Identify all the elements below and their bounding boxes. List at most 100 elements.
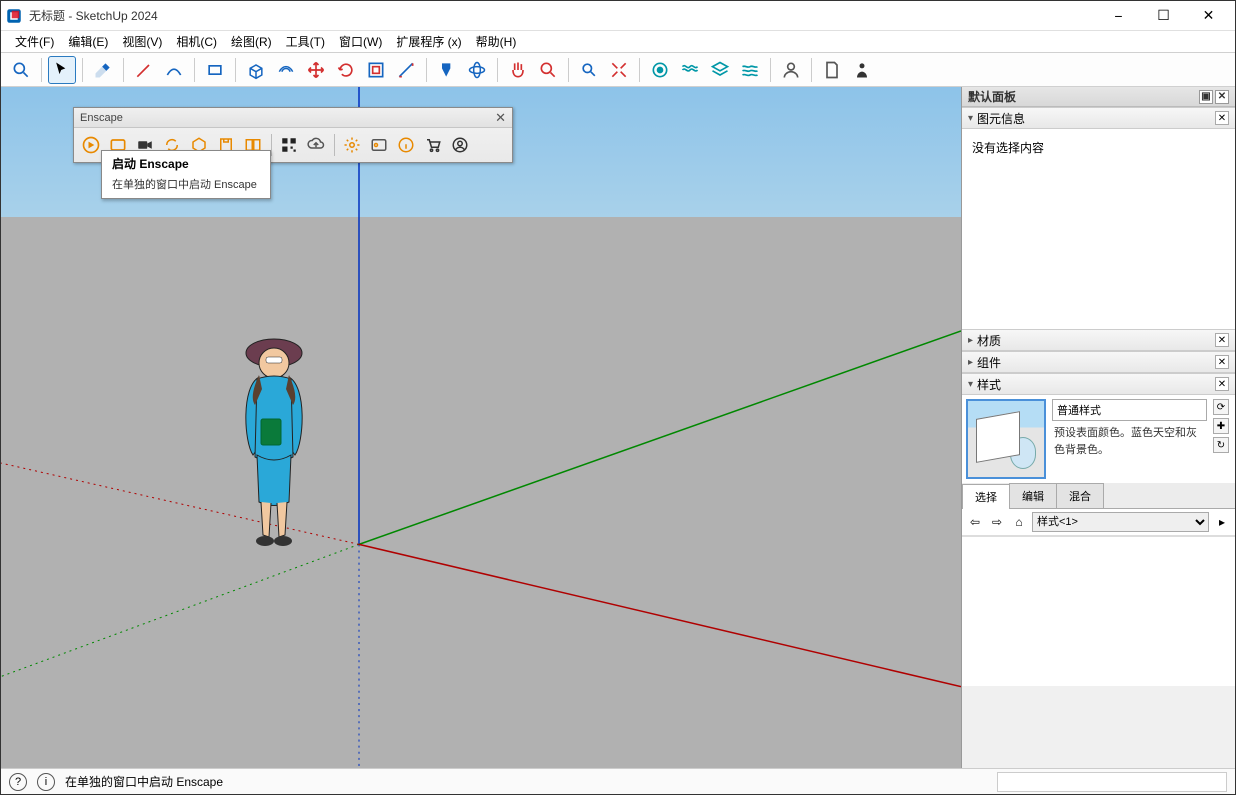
panel-materials-head[interactable]: ▸ 材质 ✕ (962, 329, 1235, 351)
menu-window[interactable]: 窗口(W) (333, 31, 388, 52)
layers-icon[interactable] (706, 56, 734, 84)
menu-tools[interactable]: 工具(T) (280, 31, 331, 52)
zoom-extents-tool[interactable] (575, 56, 603, 84)
default-tray: 默认面板 ▣ ✕ ▾ 图元信息 ✕ 没有选择内容 ▸ 材质 ✕ ▸ 组件 ✕ ▾… (961, 87, 1235, 768)
style-refresh-icon[interactable]: ↻ (1213, 437, 1229, 453)
nav-back-icon[interactable]: ⇦ (966, 513, 984, 531)
panel-entity-info-title: 图元信息 (977, 110, 1025, 127)
maximize-button[interactable]: ☐ (1141, 2, 1186, 30)
tray-header-label: 默认面板 (968, 88, 1016, 105)
warehouse-icon[interactable] (646, 56, 674, 84)
nav-details-icon[interactable]: ▸ (1213, 513, 1231, 531)
window-title: 无标题 - SketchUp 2024 (29, 7, 1096, 24)
eraser-tool[interactable] (89, 56, 117, 84)
panel-styles-head[interactable]: ▾ 样式 ✕ (962, 373, 1235, 395)
chevron-right-icon: ▸ (968, 335, 973, 346)
tab-mix[interactable]: 混合 (1056, 483, 1104, 508)
tape-tool[interactable] (392, 56, 420, 84)
panel-close-icon[interactable]: ✕ (1215, 111, 1229, 125)
arc-tool[interactable] (160, 56, 188, 84)
titlebar: 无标题 - SketchUp 2024 − ☐ ✕ (1, 1, 1235, 31)
rotate-tool[interactable] (332, 56, 360, 84)
entity-info-empty: 没有选择内容 (968, 135, 1229, 160)
enscape-upload-icon[interactable] (303, 132, 329, 158)
panel-close-icon[interactable]: ✕ (1215, 333, 1229, 347)
menu-edit[interactable]: 编辑(E) (62, 31, 114, 52)
style-collection-select[interactable]: 样式<1> (1032, 512, 1209, 532)
person-icon[interactable] (848, 56, 876, 84)
move-tool[interactable] (302, 56, 330, 84)
enscape-title[interactable]: Enscape ✕ (74, 108, 512, 128)
extension-icon[interactable] (676, 56, 704, 84)
style-nav-row: ⇦ ⇨ ⌂ 样式<1> ▸ (962, 509, 1235, 536)
style-thumbnail[interactable] (966, 399, 1046, 479)
tab-edit[interactable]: 编辑 (1009, 483, 1057, 508)
style-list-area[interactable] (962, 536, 1235, 686)
panel-entity-info-body: 没有选择内容 (962, 129, 1235, 329)
tooltip-body: 在单独的窗口中启动 Enscape (112, 176, 260, 192)
nav-home-icon[interactable]: ⌂ (1010, 513, 1028, 531)
style-tabs: 选择 编辑 混合 (962, 483, 1235, 509)
statusbar: ? i 在单独的窗口中启动 Enscape (1, 768, 1235, 794)
layers2-icon[interactable] (736, 56, 764, 84)
document-icon[interactable] (818, 56, 846, 84)
enscape-manage-icon[interactable] (366, 132, 392, 158)
panel-close-icon[interactable]: ✕ (1215, 355, 1229, 369)
tray-header[interactable]: 默认面板 ▣ ✕ (962, 87, 1235, 107)
viewport[interactable]: Enscape ✕ (1, 87, 961, 768)
offset-tool[interactable] (272, 56, 300, 84)
zoom-window-tool[interactable] (605, 56, 633, 84)
tray-close-icon[interactable]: ✕ (1215, 90, 1229, 104)
paint-tool[interactable] (433, 56, 461, 84)
nav-forward-icon[interactable]: ⇨ (988, 513, 1006, 531)
tray-pin-icon[interactable]: ▣ (1199, 90, 1213, 104)
enscape-qr-icon[interactable] (276, 132, 302, 158)
tooltip: 启动 Enscape 在单独的窗口中启动 Enscape (101, 150, 271, 199)
select-tool[interactable] (48, 56, 76, 84)
pushpull-tool[interactable] (242, 56, 270, 84)
panel-materials-title: 材质 (977, 332, 1001, 349)
enscape-close-icon[interactable]: ✕ (495, 110, 506, 126)
pan-tool[interactable] (504, 56, 532, 84)
menu-view[interactable]: 视图(V) (116, 31, 168, 52)
info-icon[interactable]: i (37, 773, 55, 791)
tooltip-title: 启动 Enscape (112, 155, 260, 172)
rectangle-tool[interactable] (201, 56, 229, 84)
orbit-tool[interactable] (463, 56, 491, 84)
enscape-settings-icon[interactable] (339, 132, 365, 158)
user-icon[interactable] (777, 56, 805, 84)
style-description: 预设表面颜色。蓝色天空和灰色背景色。 (1052, 421, 1207, 462)
chevron-right-icon: ▸ (968, 357, 973, 368)
enscape-account-icon[interactable] (447, 132, 473, 158)
menu-help[interactable]: 帮助(H) (470, 31, 523, 52)
chevron-down-icon: ▾ (968, 113, 973, 124)
menu-draw[interactable]: 绘图(R) (225, 31, 278, 52)
chevron-down-icon: ▾ (968, 379, 973, 390)
style-name-input[interactable]: 普通样式 (1052, 399, 1207, 421)
status-text: 在单独的窗口中启动 Enscape (65, 773, 223, 790)
enscape-cart-icon[interactable] (420, 132, 446, 158)
enscape-title-label: Enscape (80, 112, 123, 124)
menu-extensions[interactable]: 扩展程序 (x) (390, 31, 467, 52)
style-update-icon[interactable]: ⟳ (1213, 399, 1229, 415)
scale-figure-icon (229, 327, 319, 552)
measurements-input[interactable] (997, 772, 1227, 792)
scale-tool[interactable] (362, 56, 390, 84)
zoom-tool[interactable] (534, 56, 562, 84)
tab-select[interactable]: 选择 (962, 484, 1010, 509)
panel-components-head[interactable]: ▸ 组件 ✕ (962, 351, 1235, 373)
panel-entity-info-head[interactable]: ▾ 图元信息 ✕ (962, 107, 1235, 129)
help-icon[interactable]: ? (9, 773, 27, 791)
close-button[interactable]: ✕ (1186, 2, 1231, 30)
search-icon[interactable] (7, 56, 35, 84)
pencil-tool[interactable] (130, 56, 158, 84)
menu-camera[interactable]: 相机(C) (170, 31, 223, 52)
panel-styles-title: 样式 (977, 376, 1001, 393)
minimize-button[interactable]: − (1096, 2, 1141, 30)
panel-components-title: 组件 (977, 354, 1001, 371)
panel-close-icon[interactable]: ✕ (1215, 377, 1229, 391)
style-new-icon[interactable]: ✚ (1213, 418, 1229, 434)
menu-file[interactable]: 文件(F) (9, 31, 60, 52)
style-preview-row: 普通样式 预设表面颜色。蓝色天空和灰色背景色。 ⟳ ✚ ↻ (962, 395, 1235, 483)
enscape-info-icon[interactable] (393, 132, 419, 158)
